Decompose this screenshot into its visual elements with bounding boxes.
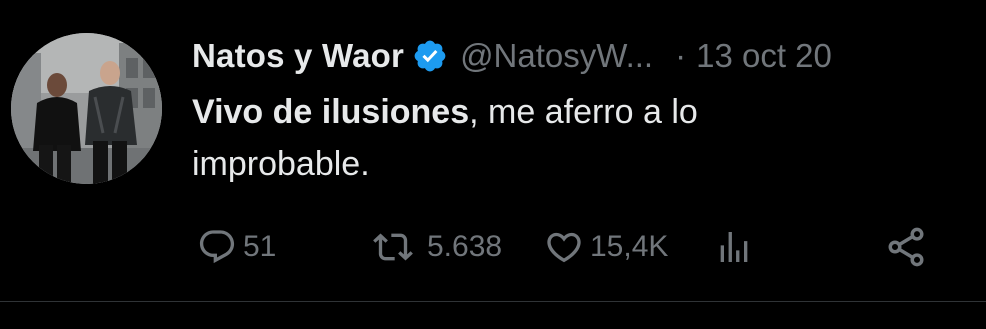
tweet-text-bold: Vivo de ilusiones (192, 93, 470, 131)
tweet-text: Vivo de ilusiones, me aferro a lo improb… (192, 86, 892, 190)
tweet-header: Natos y Waor @NatosyW... · 13 oct 20 (192, 34, 832, 78)
reply-button[interactable]: 51 (197, 222, 276, 272)
reply-icon (197, 227, 237, 267)
author-name[interactable]: Natos y Waor (192, 36, 404, 76)
separator-dot: · (675, 37, 687, 74)
retweet-icon (365, 227, 421, 267)
like-button[interactable]: 15,4K (544, 222, 668, 272)
author-avatar[interactable] (11, 33, 162, 184)
heart-icon (544, 227, 584, 267)
tweet-divider (0, 301, 986, 302)
share-icon (884, 225, 928, 269)
tweet[interactable]: Natos y Waor @NatosyW... · 13 oct 20 Viv… (0, 0, 986, 302)
retweet-button[interactable]: 5.638 (365, 222, 502, 272)
views-button[interactable] (714, 222, 754, 272)
analytics-icon (714, 227, 754, 267)
share-button[interactable] (884, 222, 928, 272)
verified-badge-icon (412, 38, 448, 74)
retweet-count: 5.638 (427, 230, 503, 263)
tweet-text-line2: improbable. (192, 145, 370, 183)
reply-count: 51 (243, 230, 277, 263)
tweet-date[interactable]: 13 oct 20 (696, 36, 832, 76)
tweet-actions: 51 5.638 15,4K (0, 222, 986, 272)
author-handle[interactable]: @NatosyW... (460, 36, 653, 76)
like-count: 15,4K (590, 230, 669, 263)
tweet-text-line1-rest: , me aferro a lo (469, 93, 698, 131)
